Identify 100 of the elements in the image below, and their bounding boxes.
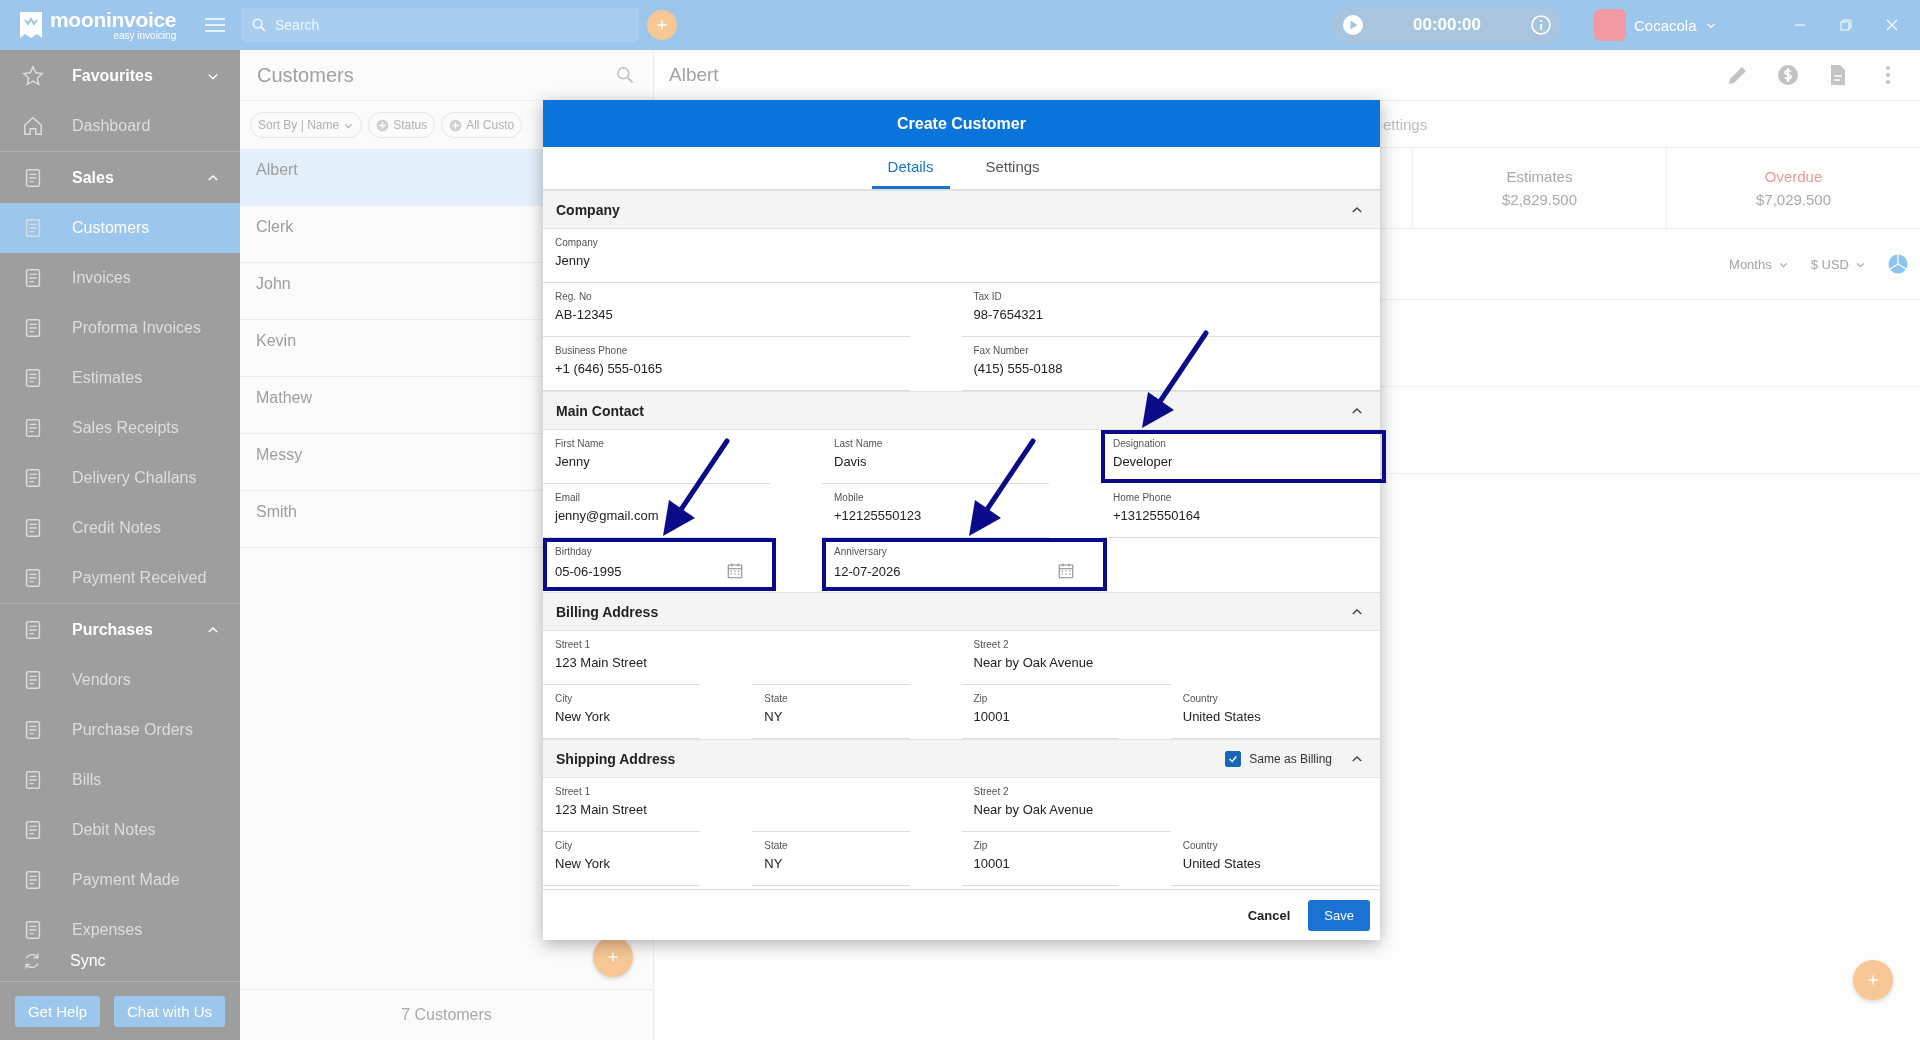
field-label: Country	[1182, 840, 1219, 851]
input-field[interactable]: 98-7654321	[973, 307, 1043, 322]
field-label: Street 2	[973, 786, 1010, 797]
logo-icon	[18, 11, 44, 39]
field-label: State	[764, 693, 789, 704]
field-label: Reg. No	[555, 291, 593, 302]
field-label: State	[764, 840, 789, 851]
nav-item[interactable]: Purchase Orders	[0, 705, 240, 755]
dropdown[interactable]: Months	[1729, 256, 1789, 272]
help-button[interactable]: Get Help	[14, 995, 101, 1027]
search-icon	[251, 17, 267, 33]
plus-circle-icon	[376, 118, 390, 132]
nav-item[interactable]: Sales Receipts	[0, 403, 240, 453]
nav-item[interactable]: Invoices	[0, 253, 240, 303]
save-button[interactable]: Save	[1308, 899, 1370, 931]
nav-item[interactable]: Proforma Invoices	[0, 303, 240, 353]
field-label: Email	[555, 492, 581, 503]
close-icon[interactable]	[1886, 19, 1898, 31]
input-field[interactable]: AB-12345	[555, 307, 613, 322]
field-label: Fax Number	[973, 345, 1030, 356]
input-field[interactable]: 10001	[973, 709, 1010, 724]
nav-item[interactable]: Vendors	[0, 655, 240, 705]
nav-item[interactable]: Payment Received	[0, 553, 240, 603]
pie-chart-icon[interactable]	[1888, 254, 1908, 274]
stat-value: $7,029.500	[1755, 191, 1832, 208]
input-field[interactable]: 12-07-2026	[834, 563, 901, 579]
search-icon[interactable]	[615, 65, 635, 85]
input-field[interactable]: New York	[555, 709, 610, 724]
nav-item[interactable]: Delivery Challans	[0, 453, 240, 503]
menu-icon[interactable]	[204, 16, 226, 34]
stat-label: Overdue	[1764, 168, 1823, 185]
input-field[interactable]: 123 Main Street	[555, 802, 647, 817]
field-label: Street 2	[973, 639, 1010, 650]
nav-item[interactable]: Payment Made	[0, 855, 240, 905]
field-label: Birthday	[555, 546, 593, 557]
company-switcher[interactable]: Cocacola	[1594, 9, 1794, 41]
customer-name: Albert	[669, 64, 719, 86]
input-field[interactable]: +12125550123	[834, 508, 922, 523]
field-label: City	[555, 693, 574, 704]
stat-label: Estimates	[1506, 168, 1573, 185]
section-header[interactable]: Billing Address	[543, 592, 1380, 631]
section-header[interactable]: Main Contact	[543, 391, 1380, 430]
input-field[interactable]: 05-06-1995	[555, 563, 622, 579]
cancel-button[interactable]: Cancel	[1241, 899, 1297, 931]
input-field[interactable]: United States	[1182, 709, 1261, 724]
app-tagline: easy invoicing	[113, 31, 177, 41]
input-field[interactable]: Developer	[1113, 454, 1173, 469]
nav-item[interactable]: Customers	[0, 203, 240, 253]
input-field[interactable]: Near by Oak Avenue	[973, 802, 1094, 817]
nav-item[interactable]: Debit Notes	[0, 805, 240, 855]
panel-title: Customers	[257, 63, 354, 87]
add-button[interactable]	[1853, 960, 1893, 1000]
field-label: Street 1	[555, 786, 592, 797]
input-field[interactable]: +13125550164	[1113, 508, 1201, 523]
restore-icon[interactable]	[1840, 19, 1852, 31]
input-field[interactable]: Davis	[834, 454, 867, 469]
nav-item[interactable]: Bills	[0, 755, 240, 805]
plus-circle-icon	[449, 118, 463, 132]
calendar-icon[interactable]	[726, 562, 744, 580]
field-label: Country	[1182, 693, 1219, 704]
nav-item[interactable]: Credit Notes	[0, 503, 240, 553]
search-field[interactable]: Search	[241, 8, 639, 42]
section-header[interactable]: Shipping Address Same as Billing	[543, 739, 1380, 778]
input-field[interactable]: Jenny	[555, 454, 590, 469]
input-field[interactable]: (415) 555-0188	[973, 361, 1063, 376]
field-label: City	[555, 840, 574, 851]
info-icon[interactable]	[1530, 14, 1552, 36]
app-name: mooninvoice	[50, 9, 177, 30]
timer-text: 00:00:00	[1412, 15, 1482, 35]
dollar-icon[interactable]	[1776, 63, 1800, 87]
company-logo-icon	[1594, 9, 1626, 41]
field-label: Home Phone	[1113, 492, 1173, 503]
section-header[interactable]: Company	[543, 190, 1380, 229]
nav-item[interactable]: Dashboard	[0, 101, 240, 151]
field-label: Anniversary	[834, 546, 888, 557]
add-button[interactable]	[647, 10, 677, 40]
field-label: Tax ID	[973, 291, 1003, 302]
play-icon[interactable]	[1342, 14, 1364, 36]
field-label: Last Name	[834, 438, 884, 449]
checkbox[interactable]	[1225, 750, 1242, 767]
input-field[interactable]: NY	[764, 709, 783, 724]
input-field[interactable]: NY	[764, 856, 783, 871]
checkbox-label: Same as Billing	[1249, 751, 1332, 766]
nav-group-header[interactable]: Favourites	[0, 50, 240, 101]
calendar-icon[interactable]	[1057, 562, 1075, 580]
field-label: Mobile	[834, 492, 865, 503]
input-field[interactable]: 123 Main Street	[555, 655, 647, 670]
nav-item[interactable]: Expenses	[0, 905, 240, 941]
dropdown[interactable]: $ USD	[1810, 256, 1866, 272]
add-button[interactable]	[593, 937, 633, 977]
input-field[interactable]: Near by Oak Avenue	[973, 655, 1094, 670]
tab[interactable]: ettings	[1383, 115, 1428, 133]
field-label: Street 1	[555, 639, 592, 650]
nav-item[interactable]: Estimates	[0, 353, 240, 403]
input-field[interactable]: United States	[1182, 856, 1261, 871]
help-button[interactable]: Chat with Us	[114, 995, 226, 1027]
tab[interactable]: Settings	[973, 147, 1052, 189]
input-field[interactable]: 10001	[973, 856, 1010, 871]
input-field[interactable]: New York	[555, 856, 610, 871]
checkmark-icon	[1228, 753, 1239, 764]
